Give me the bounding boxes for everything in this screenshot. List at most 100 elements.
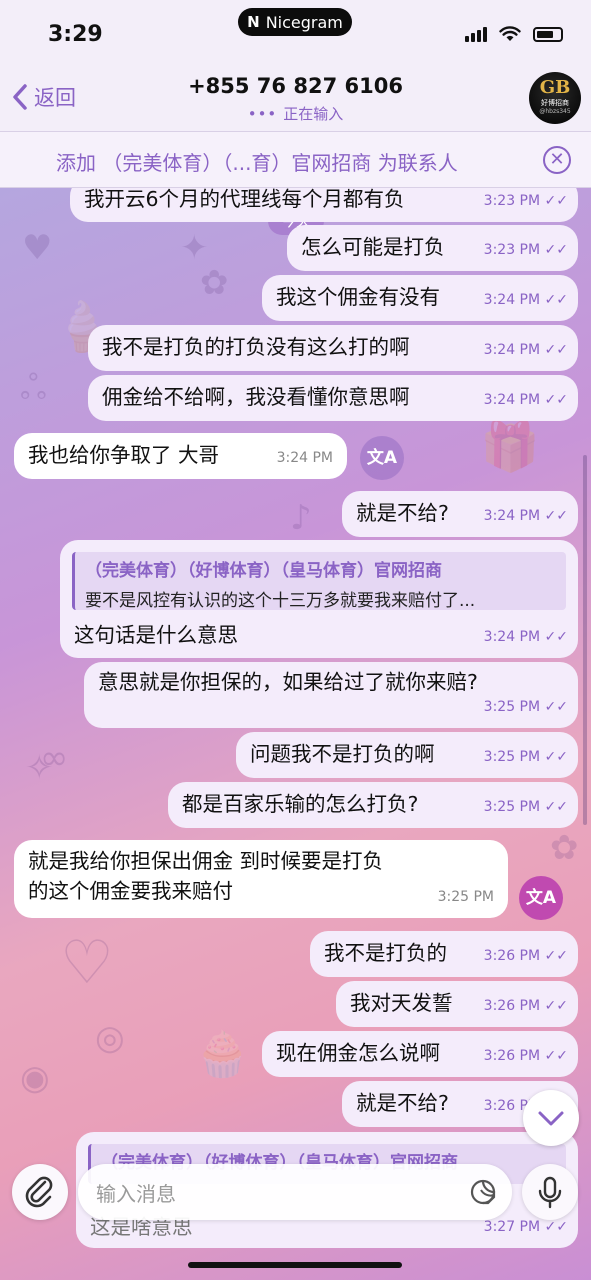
avatar[interactable]: GB 好博招商 @hbzs345 (529, 72, 581, 124)
chat-area[interactable]: ♥ ✦ ✿ 🍦 ஃ 🎁 ♪ ✧ ∞ ♡ ✿ ♡ ◎ 🧁 ◉ 今天 我开云6个月的… (0, 188, 591, 1280)
message-time: 3:26 PM (483, 1048, 541, 1064)
message-meta: 3:23 PM ✓✓ (484, 235, 568, 265)
translate-icon[interactable]: 文A (360, 436, 404, 480)
outgoing-message[interactable]: 现在佣金怎么说啊 3:26 PM ✓✓ (262, 1031, 578, 1077)
read-checks-icon: ✓✓ (544, 799, 568, 815)
message-time: 3:26 PM (483, 998, 541, 1014)
scroll-to-bottom-button[interactable] (523, 1090, 579, 1146)
read-checks-icon: ✓✓ (544, 998, 568, 1014)
incoming-message[interactable]: 就是我给你担保出佣金 到时候要是打负 的这个佣金要我来赔付 3:25 PM (14, 840, 508, 918)
outgoing-message[interactable]: 我这个佣金有没有 3:24 PM ✓✓ (262, 275, 578, 321)
read-checks-icon: ✓✓ (544, 629, 568, 645)
read-checks-icon: ✓✓ (544, 392, 568, 408)
sticker-icon[interactable] (468, 1177, 498, 1207)
message-meta: 3:26 PM ✓✓ (484, 991, 568, 1021)
paperclip-icon (25, 1176, 53, 1208)
read-checks-icon: ✓✓ (544, 242, 568, 258)
status-bar: 3:29 N Nicegram (0, 0, 591, 64)
avatar-handle: @hbzs345 (539, 108, 571, 115)
message-time: 3:24 PM (483, 292, 541, 308)
message-meta: 3:24 PM ✓✓ (484, 385, 568, 415)
message-time: 3:25 PM (483, 799, 541, 815)
lollipop-doodle-icon: ◉ (20, 1058, 50, 1098)
glasses-doodle-icon: ∞ (40, 738, 69, 778)
read-checks-icon: ✓✓ (544, 193, 568, 209)
home-indicator[interactable] (188, 1262, 402, 1268)
outgoing-message[interactable]: 我对天发誓 3:26 PM ✓✓ (336, 981, 578, 1027)
dynamic-island: N Nicegram (238, 8, 352, 36)
message-time: 3:25 PM (483, 749, 541, 765)
message-meta: 3:25 PM ✓✓ (484, 742, 568, 772)
message-time: 3:24 PM (483, 508, 541, 524)
music-doodle-icon: ♪ (290, 498, 312, 538)
message-meta: 3:25 PM ✓✓ (484, 792, 568, 822)
message-time: 3:24 PM (483, 629, 541, 645)
status-time: 3:29 (48, 22, 103, 47)
outgoing-reply-message[interactable]: （完美体育）（好博体育）（皇马体育）官网招商 要不是风控有认识的这个十三万多就要… (60, 540, 578, 658)
outgoing-message[interactable]: 怎么可能是打负 3:23 PM ✓✓ (287, 225, 578, 271)
read-checks-icon: ✓✓ (544, 1048, 568, 1064)
message-meta: 3:25 PM ✓✓ (484, 692, 568, 722)
message-time: 3:24 PM (483, 342, 541, 358)
message-meta: 3:24 PM ✓✓ (484, 622, 568, 652)
message-time: 3:25 PM (437, 889, 494, 905)
cellular-signal-icon (465, 26, 487, 42)
read-checks-icon: ✓✓ (544, 699, 568, 715)
translate-icon[interactable]: 文A (519, 876, 563, 920)
message-meta: 3:24 PM ✓✓ (484, 335, 568, 365)
scrollbar[interactable] (583, 455, 587, 825)
read-checks-icon: ✓✓ (544, 1219, 568, 1235)
reply-author: （完美体育）（好博体育）（皇马体育）官网招商 (85, 561, 442, 581)
add-contact-bar[interactable]: 添加 （完美体育）（...育）官网招商 为联系人 ✕ (0, 132, 591, 188)
gift-doodle-icon: 🎁 (480, 419, 540, 475)
message-time: 3:27 PM (483, 1219, 541, 1235)
read-checks-icon: ✓✓ (544, 749, 568, 765)
outgoing-message[interactable]: 意思就是你担保的，如果给过了就你来赔? 3:25 PM ✓✓ (84, 662, 578, 728)
outgoing-message[interactable]: 我不是打负的打负没有这么打的啊 3:24 PM ✓✓ (88, 325, 578, 371)
chat-header: 返回 +855 76 827 6106 ••• 正在输入 GB 好博招商 @hbz… (0, 64, 591, 132)
message-input[interactable]: 输入消息 (78, 1164, 512, 1220)
outgoing-message[interactable]: 我开云6个月的代理线每个月都有负 3:23 PM ✓✓ (70, 188, 578, 222)
close-circle-icon[interactable]: ✕ (543, 146, 571, 174)
message-meta: 3:23 PM ✓✓ (484, 188, 568, 216)
message-meta: 3:26 PM ✓✓ (484, 941, 568, 971)
outgoing-message[interactable]: 都是百家乐输的怎么打负? 3:25 PM ✓✓ (168, 782, 578, 828)
typing-dots-icon: ••• (247, 105, 278, 123)
message-time: 3:24 PM (483, 392, 541, 408)
outgoing-message[interactable]: 我不是打负的 3:26 PM ✓✓ (310, 931, 578, 977)
message-meta: 3:24 PM ✓✓ (484, 501, 568, 531)
reply-quote[interactable]: （完美体育）（好博体育）（皇马体育）官网招商 要不是风控有认识的这个十三万多就要… (72, 552, 566, 611)
read-checks-icon: ✓✓ (544, 508, 568, 524)
message-meta: 3:24 PM ✓✓ (484, 285, 568, 315)
add-contact-text[interactable]: 添加 （完美体育）（...育）官网招商 为联系人 (56, 147, 458, 176)
read-checks-icon: ✓✓ (544, 292, 568, 308)
system-icons (465, 26, 563, 42)
swan-doodle-icon: ♡ (60, 928, 114, 998)
battery-icon (533, 26, 563, 42)
microphone-icon (538, 1176, 562, 1209)
message-time: 3:24 PM (276, 450, 333, 466)
attach-button[interactable] (12, 1164, 68, 1220)
microphone-button[interactable] (522, 1164, 578, 1220)
outgoing-message[interactable]: 就是不给? 3:24 PM ✓✓ (342, 491, 578, 537)
flower-doodle-icon: ✿ (550, 828, 579, 868)
avatar-subtext: 好博招商 (541, 99, 569, 107)
cupcake-doodle-icon: 🧁 (195, 1029, 250, 1080)
chevron-down-icon (538, 1111, 564, 1126)
flower-doodle-icon: ✿ (200, 263, 229, 303)
read-checks-icon: ✓✓ (544, 342, 568, 358)
message-text: 这句话是什么意思 (74, 623, 238, 647)
outgoing-message[interactable]: 问题我不是打负的啊 3:25 PM ✓✓ (236, 732, 578, 778)
reply-text: 要不是风控有认识的这个十三万多就要我来赔付了... (85, 591, 476, 611)
outgoing-message[interactable]: 佣金给不给啊，我没看懂你意思啊 3:24 PM ✓✓ (88, 375, 578, 421)
wifi-icon (499, 26, 521, 41)
read-checks-icon: ✓✓ (544, 948, 568, 964)
star-doodle-icon: ✦ (180, 228, 209, 268)
message-text-line: 就是我给你担保出佣金 到时候要是打负 (28, 849, 384, 873)
chat-title[interactable]: +855 76 827 6106 (0, 74, 591, 98)
message-time: 3:23 PM (483, 242, 541, 258)
incoming-message[interactable]: 我也给你争取了 大哥 3:24 PM (14, 433, 347, 479)
app-indicator: Nicegram (265, 12, 343, 32)
avatar-text: GB (539, 77, 571, 98)
message-meta: 3:26 PM ✓✓ (484, 1041, 568, 1071)
